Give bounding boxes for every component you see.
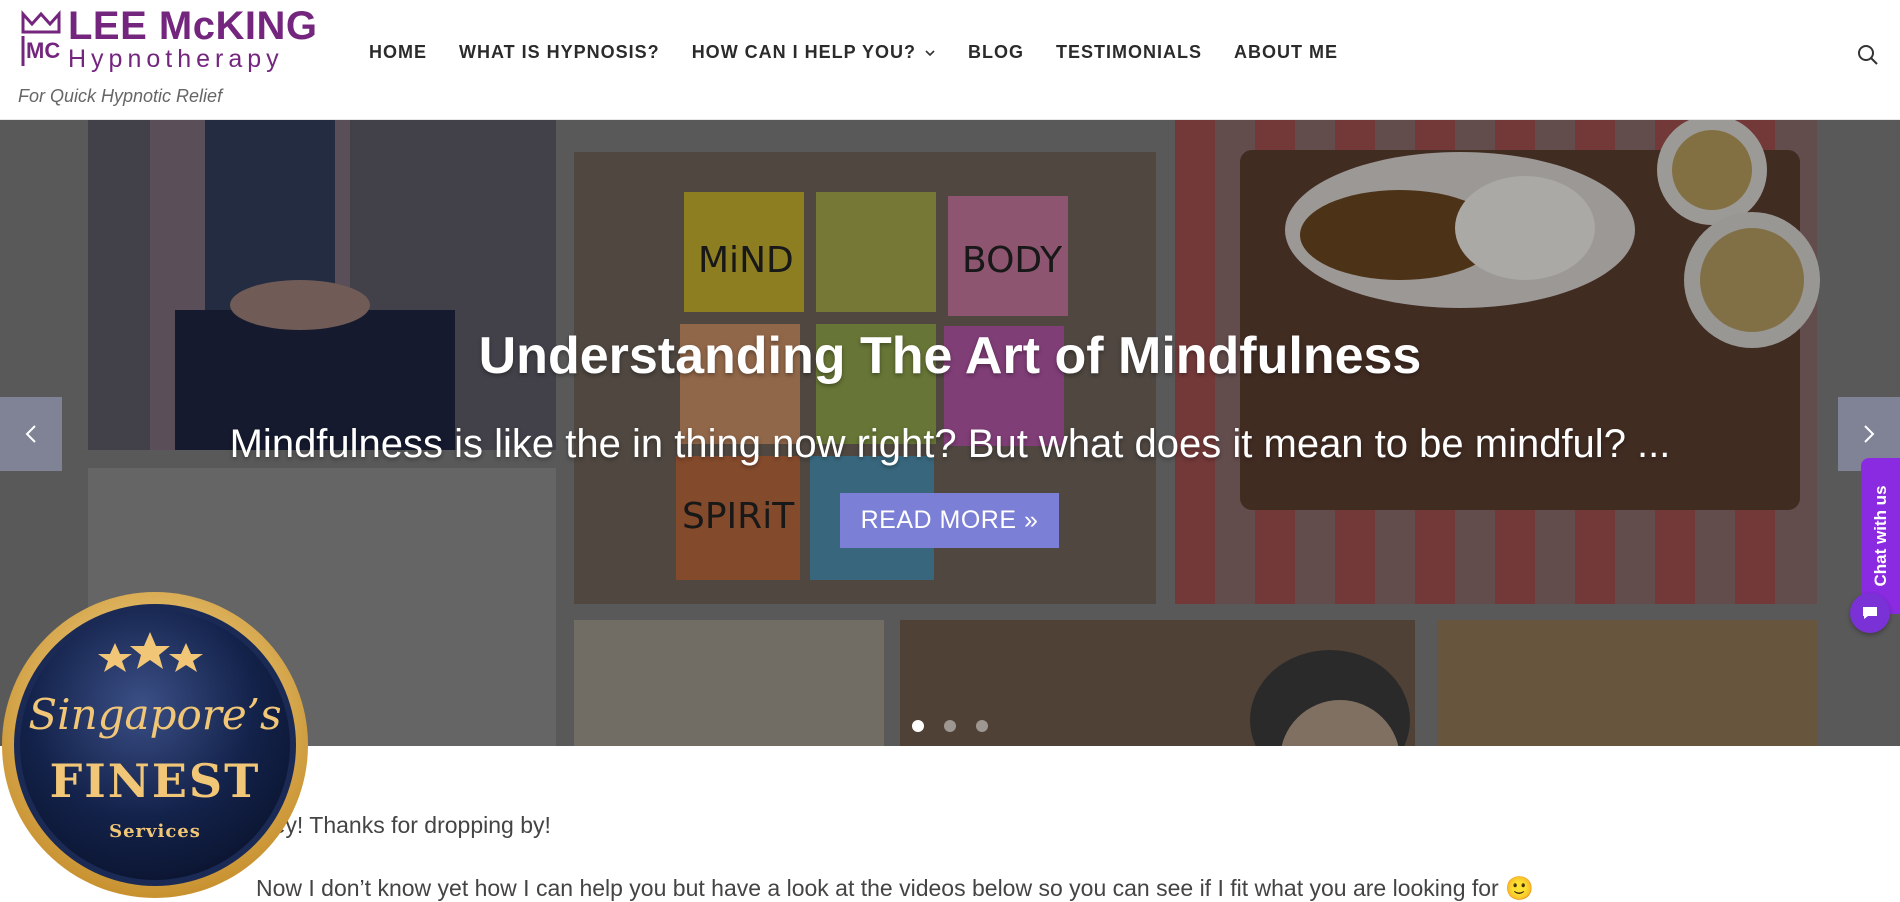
site-logo[interactable]: MC LEE McKING Hypnotherapy: [20, 6, 317, 72]
slider-dot-3[interactable]: [976, 720, 988, 732]
chat-bubble-icon: [1863, 607, 1877, 619]
nav-item-what-is-hypnosis[interactable]: WHAT IS HYPNOSIS?: [459, 42, 660, 63]
chat-tab-label: Chat with us: [1870, 485, 1890, 587]
hero-subtitle: Mindfulness is like the in thing now rig…: [229, 422, 1671, 466]
slider-prev-button[interactable]: [0, 397, 62, 471]
nav-item-blog[interactable]: BLOG: [968, 42, 1024, 63]
logo-name-top: LEE McKING: [68, 4, 318, 48]
intro-paragraph: Now I don’t know yet how I can help you …: [256, 875, 1534, 901]
nav-item-how-can-i-help[interactable]: HOW CAN I HELP YOU?: [692, 42, 936, 63]
read-more-button[interactable]: READ MORE »: [840, 493, 1059, 548]
nav-item-label: WHAT IS HYPNOSIS?: [459, 42, 660, 62]
main-nav: HOME WHAT IS HYPNOSIS? HOW CAN I HELP YO…: [369, 42, 1370, 63]
nav-item-label: ABOUT ME: [1234, 42, 1339, 62]
nav-item-label: BLOG: [968, 42, 1025, 62]
nav-item-label: TESTIMONIALS: [1056, 42, 1203, 62]
search-icon[interactable]: [1857, 44, 1879, 66]
slider-dot-2[interactable]: [944, 720, 956, 732]
chat-bubble-button[interactable]: [1850, 593, 1890, 633]
chevron-right-icon: [1864, 425, 1875, 443]
nav-item-testimonials[interactable]: TESTIMONIALS: [1056, 42, 1202, 63]
chat-with-us-tab[interactable]: Chat with us: [1861, 458, 1900, 614]
logo-monogram-icon: MC: [21, 10, 61, 66]
singapores-finest-badge[interactable]: [0, 590, 310, 900]
nav-item-label: HOW CAN I HELP YOU?: [691, 42, 917, 62]
hero-title: Understanding The Art of Mindfulness: [478, 327, 1422, 385]
chevron-left-icon: [25, 425, 36, 443]
nav-item-label: HOME: [369, 42, 427, 62]
badge-subtitle: Services: [109, 821, 201, 842]
badge-title: FINEST: [49, 754, 261, 808]
svg-text:MC: MC: [26, 38, 60, 63]
logo-name-bottom: Hypnotherapy: [68, 45, 284, 73]
badge-script-text: Singapore’s: [28, 690, 282, 739]
nav-item-about-me[interactable]: ABOUT ME: [1234, 42, 1338, 63]
site-tagline: For Quick Hypnotic Relief: [18, 86, 223, 106]
site-header: MC LEE McKING Hypnotherapy For Quick Hyp…: [0, 0, 1900, 120]
nav-item-home[interactable]: HOME: [369, 42, 427, 63]
slider-dot-1[interactable]: [912, 720, 924, 732]
chevron-down-icon: [925, 49, 935, 56]
